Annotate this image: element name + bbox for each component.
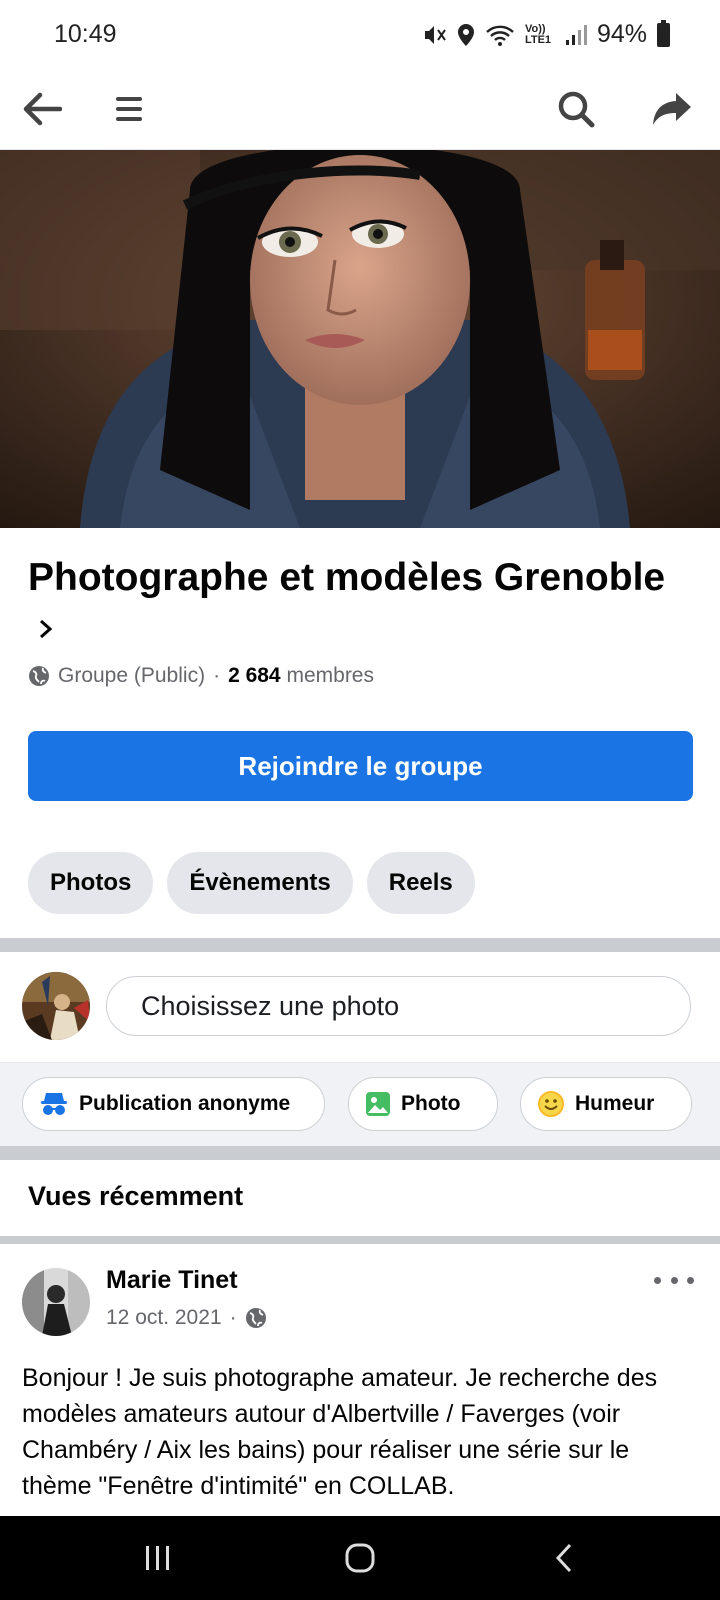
system-back-button[interactable] bbox=[534, 1536, 594, 1580]
composer-input[interactable]: Choisissez une photo bbox=[106, 976, 691, 1036]
post-author-avatar[interactable] bbox=[22, 1268, 90, 1336]
post-options-button[interactable] bbox=[654, 1268, 694, 1292]
signal-icon bbox=[565, 24, 587, 45]
top-navigation-bar bbox=[0, 68, 720, 150]
battery-percent: 94% bbox=[596, 20, 647, 48]
anonymous-post-button[interactable]: Publication anonyme bbox=[22, 1077, 325, 1131]
more-dot bbox=[670, 1276, 678, 1284]
group-cover-photo[interactable] bbox=[0, 150, 720, 528]
mood-post-button[interactable]: Humeur bbox=[520, 1077, 692, 1131]
photo-post-button[interactable]: Photo bbox=[348, 1077, 498, 1131]
tab-photos[interactable]: Photos bbox=[28, 852, 154, 914]
anonymous-post-label: Publication anonyme bbox=[79, 1092, 291, 1115]
recent-apps-icon bbox=[146, 1546, 169, 1570]
recent-apps-button[interactable] bbox=[128, 1536, 188, 1580]
post-text: Bonjour ! Je suis photographe amateur. J… bbox=[22, 1364, 658, 1500]
post-author-name[interactable]: Marie Tinet bbox=[106, 1266, 238, 1295]
globe-icon bbox=[245, 1308, 266, 1328]
photo-post-label: Photo bbox=[401, 1092, 461, 1115]
back-button[interactable] bbox=[17, 84, 67, 134]
mood-post-label: Humeur bbox=[575, 1092, 655, 1115]
post-meta-separator: · bbox=[229, 1306, 237, 1329]
member-count-number: 2 684 bbox=[228, 664, 281, 687]
wifi-icon bbox=[486, 25, 514, 46]
group-tabs: Photos Évènements Reels bbox=[28, 852, 475, 914]
group-title-text: Photographe et modèles Grenoble bbox=[28, 556, 666, 599]
location-icon bbox=[457, 23, 474, 46]
recently-viewed-title: Vues récemment bbox=[28, 1181, 244, 1211]
home-button[interactable] bbox=[330, 1536, 390, 1580]
network-label: Vo)) LTE1 bbox=[524, 22, 552, 46]
search-button[interactable] bbox=[551, 84, 601, 134]
section-divider bbox=[0, 1236, 720, 1244]
search-icon bbox=[558, 91, 595, 128]
cover-image bbox=[0, 150, 720, 528]
status-icons: Vo)) LTE1 94% bbox=[423, 19, 670, 49]
share-icon bbox=[653, 93, 691, 125]
section-divider bbox=[0, 1146, 720, 1160]
tab-events[interactable]: Évènements bbox=[167, 852, 353, 914]
anonymous-icon bbox=[41, 1093, 67, 1115]
join-group-button[interactable]: Rejoindre le groupe bbox=[28, 731, 693, 801]
member-count-label: membres bbox=[286, 664, 374, 687]
battery-icon bbox=[657, 19, 670, 47]
more-dot bbox=[687, 1276, 694, 1284]
group-meta: Groupe (Public) · 2 684 membres bbox=[28, 664, 374, 688]
post-composer: Choisissez une photo bbox=[0, 950, 720, 1060]
back-arrow-icon bbox=[23, 92, 62, 126]
meta-separator: · bbox=[213, 664, 221, 687]
photo-icon bbox=[366, 1092, 390, 1116]
more-dots-icon bbox=[654, 1276, 661, 1284]
group-privacy: Groupe (Public) bbox=[58, 664, 206, 687]
home-icon bbox=[345, 1543, 375, 1573]
share-button[interactable] bbox=[647, 84, 697, 134]
tab-reels[interactable]: Reels bbox=[366, 852, 475, 914]
chevron-right-icon bbox=[38, 604, 54, 652]
member-count[interactable]: 2 684 membres bbox=[228, 664, 374, 688]
globe-icon bbox=[29, 666, 49, 686]
mute-icon bbox=[424, 25, 446, 44]
menu-button[interactable] bbox=[104, 84, 154, 134]
smiley-icon bbox=[538, 1091, 564, 1117]
post-date[interactable]: 12 oct. 2021 bbox=[106, 1306, 222, 1330]
chevron-left-icon bbox=[555, 1543, 572, 1573]
status-time: 10:49 bbox=[54, 20, 117, 48]
status-bar: 10:49 Vo)) LTE1 94% bbox=[0, 0, 720, 68]
hamburger-menu-icon bbox=[116, 97, 142, 121]
composer-actions: Publication anonyme Photo Humeur bbox=[0, 1062, 720, 1146]
post-meta: 12 oct. 2021 · bbox=[106, 1306, 267, 1330]
system-navigation-bar bbox=[0, 1516, 720, 1600]
group-title[interactable]: Photographe et modèles Grenoble bbox=[28, 554, 668, 652]
user-avatar[interactable] bbox=[22, 972, 90, 1040]
